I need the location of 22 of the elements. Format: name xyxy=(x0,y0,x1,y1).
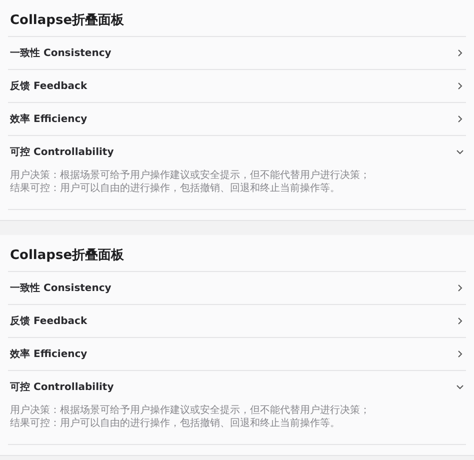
chevron-down-icon xyxy=(456,383,464,391)
chevron-right-icon xyxy=(456,49,464,57)
collapse-header[interactable]: 一致性 Consistency xyxy=(8,272,466,304)
chevron-right-icon xyxy=(456,317,464,325)
chevron-down-icon xyxy=(456,148,464,156)
collapse-header[interactable]: 效率 Efficiency xyxy=(8,338,466,370)
collapse-header[interactable]: 可控 Controllability xyxy=(8,371,466,403)
chevron-right-icon xyxy=(456,115,464,123)
panel-title: Collapse折叠面板 xyxy=(10,247,126,265)
collapse-content-text: 结果可控：用户可以自由的进行操作，包括撤销、回退和终止当前操作等。 xyxy=(10,183,341,195)
collapse-content-text: 用户决策：根据场景可给予用户操作建议或安全提示，但不能代替用户进行决策； xyxy=(10,170,371,182)
collapse-header[interactable]: 可控 Controllability xyxy=(8,136,466,168)
chevron-right-icon xyxy=(456,82,464,90)
collapse-header[interactable]: 一致性 Consistency xyxy=(8,37,466,69)
chevron-right-icon xyxy=(456,284,464,292)
collapse-content-text: 用户决策：根据场景可给予用户操作建议或安全提示，但不能代替用户进行决策； xyxy=(10,405,371,417)
chevron-right-icon xyxy=(456,350,464,358)
panel-title: Collapse折叠面板 xyxy=(10,12,126,30)
collapse-header[interactable]: 反馈 Feedback xyxy=(8,70,466,102)
collapse-content-text: 结果可控：用户可以自由的进行操作，包括撤销、回退和终止当前操作等。 xyxy=(10,418,341,430)
collapse-header[interactable]: 效率 Efficiency xyxy=(8,103,466,135)
collapse-header[interactable]: 反馈 Feedback xyxy=(8,305,466,337)
